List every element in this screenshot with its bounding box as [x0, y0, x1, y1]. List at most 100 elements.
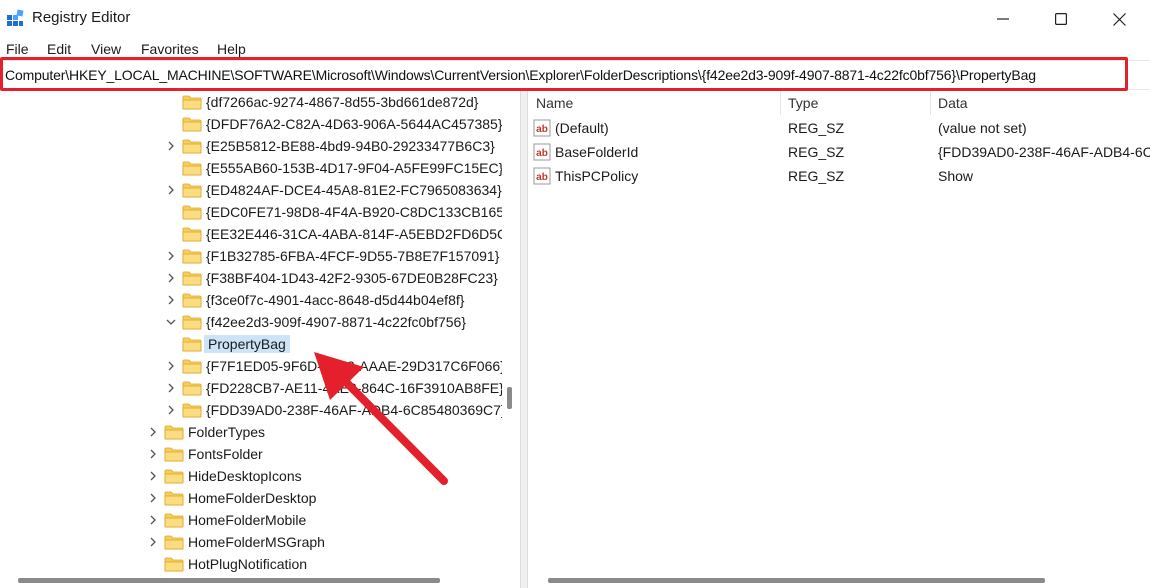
list-horizontal-scrollbar[interactable]	[528, 573, 1150, 588]
list-hscroll-thumb[interactable]	[548, 578, 1045, 583]
folder-icon	[182, 117, 202, 132]
tree-item-label: {f3ce0f7c-4901-4acc-8648-d5d44b04ef8f}	[206, 292, 465, 308]
chevron-right-icon[interactable]	[146, 513, 160, 527]
close-icon	[1112, 12, 1126, 26]
column-header-data[interactable]: Data	[938, 91, 1138, 115]
menu-view[interactable]: View	[91, 40, 121, 58]
tree-scroll-thumb[interactable]	[507, 387, 512, 409]
tree-item[interactable]: {F1B32785-6FBA-4FCF-9D55-7B8E7F157091}	[164, 245, 499, 267]
maximize-icon	[1055, 13, 1067, 25]
tree-item[interactable]: {EE32E446-31CA-4ABA-814F-A5EBD2FD6D5C}	[164, 223, 512, 245]
tree-item[interactable]: {F38BF404-1D43-42F2-9305-67DE0B28FC23}	[164, 267, 498, 289]
tree-item-label: {EE32E446-31CA-4ABA-814F-A5EBD2FD6D5C}	[206, 226, 512, 242]
registry-editor-icon	[7, 9, 24, 26]
tree-item-label: HomeFolderMSGraph	[188, 534, 325, 550]
tree-item[interactable]: FolderTypes	[146, 421, 265, 443]
chevron-right-icon[interactable]	[164, 271, 178, 285]
svg-text:ab: ab	[536, 124, 548, 135]
address-bar[interactable]: Computer\HKEY_LOCAL_MACHINE\SOFTWARE\Mic…	[0, 60, 1150, 90]
value-name-cell: ab BaseFolderId	[533, 140, 638, 164]
tree-item[interactable]: {E555AB60-153B-4D17-9F04-A5FE99FC15EC}	[164, 157, 503, 179]
tree-hscroll-thumb[interactable]	[18, 578, 440, 583]
tree-item[interactable]: HomeFolderMobile	[146, 509, 306, 531]
chevron-right-icon[interactable]	[146, 535, 160, 549]
value-row[interactable]: ab BaseFolderId REG_SZ {FDD39AD0-238F-46AF-…	[528, 140, 1150, 164]
chevron-right-icon[interactable]	[164, 183, 178, 197]
tree-item-label: PropertyBag	[204, 335, 290, 353]
chevron-right-icon[interactable]	[164, 139, 178, 153]
menu-edit[interactable]: Edit	[47, 40, 71, 58]
folder-icon	[182, 95, 202, 110]
value-name-cell: ab ThisPCPolicy	[533, 164, 638, 188]
tree-item[interactable]: {DFDF76A2-C82A-4D63-906A-5644AC457385}	[164, 113, 503, 135]
menu-file[interactable]: File	[6, 40, 29, 58]
tree-item[interactable]: HideDesktopIcons	[146, 465, 302, 487]
value-name: BaseFolderId	[555, 144, 639, 160]
tree-item[interactable]: {df7266ac-9274-4867-8d55-3bd661de872d}	[164, 91, 478, 113]
folder-icon	[182, 227, 202, 242]
folder-icon	[182, 183, 202, 198]
tree-item[interactable]: {EDC0FE71-98D8-4F4A-B920-C8DC133CB165}	[164, 201, 509, 223]
chevron-right-icon[interactable]	[146, 469, 160, 483]
pane-splitter[interactable]	[520, 91, 528, 588]
tree-item[interactable]: {FD228CB7-AE11-4AE3-864C-16F3910AB8FE}	[164, 377, 504, 399]
value-row[interactable]: ab ThisPCPolicy REG_SZ Show	[528, 164, 1150, 188]
tree-item-label: FolderTypes	[188, 424, 266, 440]
menu-bar: File Edit View Favorites Help	[0, 40, 1150, 58]
tree-item[interactable]: {F7F1ED05-9F6D-47A2-AAAE-29D317C6F066}	[164, 355, 505, 377]
chevron-right-icon[interactable]	[164, 249, 178, 263]
svg-text:ab: ab	[536, 148, 548, 159]
column-divider[interactable]	[930, 91, 931, 115]
folder-icon	[164, 491, 184, 506]
value-name: ThisPCPolicy	[555, 168, 639, 184]
folder-icon	[182, 315, 202, 330]
tree-item[interactable]: {ED4824AF-DCE4-45A8-81E2-FC7965083634}	[164, 179, 502, 201]
tree-item[interactable]: {f3ce0f7c-4901-4acc-8648-d5d44b04ef8f}	[164, 289, 464, 311]
title-bar: Registry Editor	[0, 0, 1150, 38]
chevron-right-icon[interactable]	[164, 293, 178, 307]
tree-item[interactable]: {f42ee2d3-909f-4907-8871-4c22fc0bf756}	[164, 311, 466, 333]
tree-item-label: {E555AB60-153B-4D17-9F04-A5FE99FC15EC}	[206, 160, 504, 176]
tree-item[interactable]: HomeFolderMSGraph	[146, 531, 325, 553]
maximize-button[interactable]	[1032, 0, 1090, 38]
tree-item[interactable]: PropertyBag	[182, 333, 290, 355]
tree-item[interactable]: HotPlugNotification	[146, 553, 307, 573]
values-list[interactable]: Name Type Data ab (Default) REG_SZ (value n…	[528, 91, 1150, 573]
close-button[interactable]	[1090, 0, 1148, 38]
folder-icon	[182, 139, 202, 154]
tree-item-label: FontsFolder	[188, 446, 263, 462]
registry-tree[interactable]: {df7266ac-9274-4867-8d55-3bd661de872d} {D…	[0, 91, 516, 573]
column-header-name[interactable]: Name	[536, 91, 776, 115]
tree-horizontal-scrollbar[interactable]	[0, 573, 520, 588]
string-value-icon: ab	[533, 167, 551, 185]
tree-item[interactable]: {FDD39AD0-238F-46AF-ADB4-6C85480369C7}	[164, 399, 506, 421]
minimize-icon	[997, 18, 1009, 20]
folder-icon	[164, 425, 184, 440]
chevron-right-icon[interactable]	[146, 491, 160, 505]
folder-icon	[182, 161, 202, 176]
chevron-right-icon[interactable]	[164, 403, 178, 417]
value-type: REG_SZ	[788, 144, 845, 160]
chevron-right-icon[interactable]	[146, 447, 160, 461]
tree-item[interactable]: HomeFolderDesktop	[146, 487, 316, 509]
minimize-button[interactable]	[974, 0, 1032, 38]
value-data: (value not set)	[938, 120, 1027, 136]
chevron-down-icon[interactable]	[164, 315, 178, 329]
menu-help[interactable]: Help	[217, 40, 246, 58]
folder-icon	[164, 469, 184, 484]
tree-vertical-scrollbar[interactable]	[502, 91, 516, 573]
chevron-right-icon[interactable]	[164, 359, 178, 373]
column-header-type[interactable]: Type	[788, 91, 928, 115]
column-divider[interactable]	[780, 91, 781, 115]
value-row[interactable]: ab (Default) REG_SZ (value not set)	[528, 116, 1150, 140]
tree-item[interactable]: {E25B5812-BE88-4bd9-94B0-29233477B6C3}	[164, 135, 495, 157]
string-value-icon: ab	[533, 143, 551, 161]
menu-favorites[interactable]: Favorites	[141, 40, 199, 58]
tree-item[interactable]: FontsFolder	[146, 443, 263, 465]
value-name-cell: ab (Default)	[533, 116, 609, 140]
svg-text:ab: ab	[536, 172, 548, 183]
address-path[interactable]: Computer\HKEY_LOCAL_MACHINE\SOFTWARE\Mic…	[5, 67, 1036, 83]
tree-item-label: {df7266ac-9274-4867-8d55-3bd661de872d}	[206, 94, 479, 110]
chevron-right-icon[interactable]	[146, 425, 160, 439]
chevron-right-icon[interactable]	[164, 381, 178, 395]
